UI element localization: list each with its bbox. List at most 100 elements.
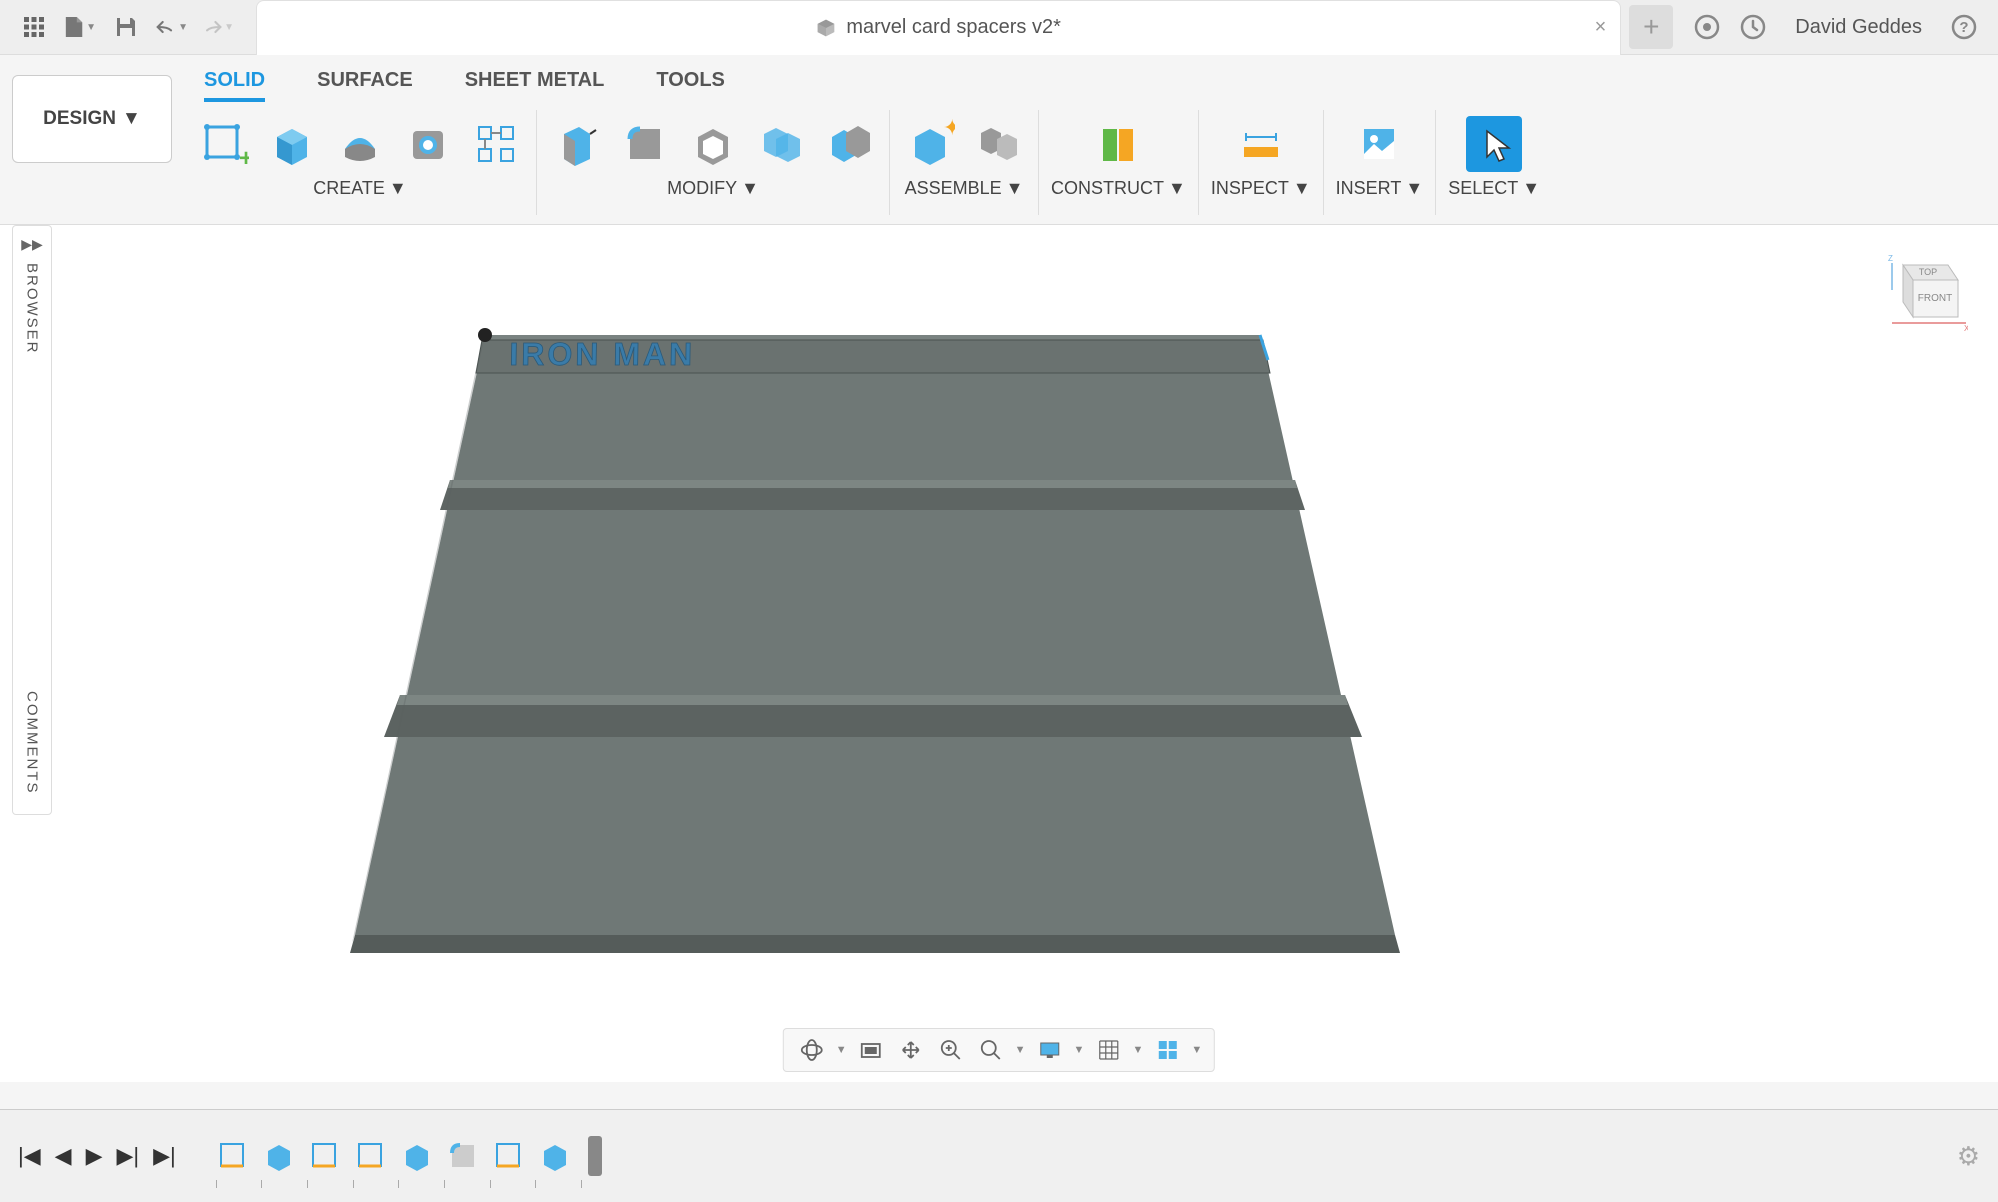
group-inspect: INSPECT ▼ (1199, 110, 1324, 215)
create-box-icon[interactable] (264, 116, 320, 172)
timeline-start-button[interactable]: |◀ (18, 1143, 41, 1169)
job-status-icon[interactable] (1737, 11, 1769, 43)
undo-icon[interactable]: ▼ (156, 11, 188, 43)
tab-surface[interactable]: SURFACE (317, 69, 413, 102)
select-tool-icon[interactable] (1466, 116, 1522, 172)
timeline-playhead[interactable] (588, 1136, 602, 1176)
ribbon-tab-row: SOLID SURFACE SHEET METAL TOOLS (184, 55, 1998, 110)
timeline-item-sketch[interactable] (354, 1139, 388, 1173)
split-body-icon[interactable] (821, 116, 877, 172)
navigation-toolbar: ▼ ▼ ▼ ▼ ▼ (783, 1028, 1215, 1072)
group-assemble: ✦ ASSEMBLE ▼ (890, 110, 1039, 215)
viewcube-top-label: TOP (1919, 267, 1937, 277)
viewport-layout-icon[interactable] (1151, 1034, 1183, 1066)
joint-icon[interactable] (970, 116, 1026, 172)
extensions-icon[interactable] (1691, 11, 1723, 43)
document-title: marvel card spacers v2* (846, 16, 1061, 39)
quick-access-right: David Geddes ? (1673, 11, 1998, 43)
tab-solid[interactable]: SOLID (204, 69, 265, 102)
group-create-label[interactable]: CREATE ▼ (313, 178, 407, 199)
group-assemble-label[interactable]: ASSEMBLE ▼ (905, 178, 1024, 199)
group-modify: MODIFY ▼ (537, 110, 890, 215)
group-select-label[interactable]: SELECT ▼ (1448, 178, 1540, 199)
model-engraved-text: IRON MAN (509, 336, 695, 372)
svg-text:?: ? (1959, 19, 1968, 36)
data-panel-icon[interactable] (18, 11, 50, 43)
insert-decal-icon[interactable] (1351, 116, 1407, 172)
timeline-step-back-button[interactable]: ◀ (55, 1143, 72, 1169)
new-tab-button[interactable]: + (1629, 5, 1673, 49)
timeline-item-extrude[interactable] (400, 1139, 434, 1173)
caret-icon: ▼ (86, 22, 96, 33)
file-icon[interactable]: ▼ (64, 11, 96, 43)
construct-plane-icon[interactable] (1090, 116, 1146, 172)
timeline-step-forward-button[interactable]: ▶| (116, 1143, 139, 1169)
comments-panel-label: COMMENTS (24, 691, 41, 795)
group-construct-label[interactable]: CONSTRUCT ▼ (1051, 178, 1186, 199)
measure-icon[interactable] (1233, 116, 1289, 172)
zoom-window-icon[interactable] (975, 1034, 1007, 1066)
timeline-bar: |◀ ◀ ▶ ▶| ▶| ⚙ (0, 1109, 1998, 1202)
create-cylinder-icon[interactable] (400, 116, 456, 172)
press-pull-icon[interactable] (549, 116, 605, 172)
timeline-play-button[interactable]: ▶ (86, 1143, 103, 1169)
group-create: + CREATE ▼ (184, 110, 537, 215)
document-tab[interactable]: marvel card spacers v2* × (256, 0, 1621, 55)
new-component-icon[interactable]: ✦ (902, 116, 958, 172)
quick-access-left: ▼ ▼ ▼ (0, 11, 252, 43)
display-settings-icon[interactable] (1034, 1034, 1066, 1066)
close-tab-icon[interactable]: × (1595, 16, 1607, 39)
svg-text:Z: Z (1888, 254, 1893, 263)
viewport-canvas[interactable]: ▶▶ BROWSER COMMENTS TOP FRONT Z X (0, 225, 1998, 1082)
new-sketch-icon[interactable]: + (196, 116, 252, 172)
browser-panel-collapsed[interactable]: ▶▶ BROWSER COMMENTS (12, 225, 52, 815)
browser-panel-label: BROWSER (24, 263, 41, 355)
timeline-item-sketch[interactable] (216, 1139, 250, 1173)
timeline-ticks (216, 1180, 582, 1190)
zoom-icon[interactable] (935, 1034, 967, 1066)
fillet-icon[interactable] (617, 116, 673, 172)
look-at-icon[interactable] (855, 1034, 887, 1066)
group-inspect-label[interactable]: INSPECT ▼ (1211, 178, 1311, 199)
group-insert-label[interactable]: INSERT ▼ (1336, 178, 1424, 199)
save-icon[interactable] (110, 11, 142, 43)
timeline-item-fillet[interactable] (446, 1139, 480, 1173)
model-3d-view[interactable]: IRON MAN (320, 325, 1500, 975)
timeline-playback-controls: |◀ ◀ ▶ ▶| ▶| (18, 1143, 176, 1169)
create-form-icon[interactable] (332, 116, 388, 172)
timeline-item-sketch[interactable] (308, 1139, 342, 1173)
tab-tools[interactable]: TOOLS (656, 69, 725, 102)
pan-icon[interactable] (895, 1034, 927, 1066)
view-cube[interactable]: TOP FRONT Z X (1878, 245, 1968, 335)
caret-icon: ▼ (224, 22, 234, 33)
timeline-settings-icon[interactable]: ⚙ (1957, 1141, 1980, 1172)
viewcube-front-label: FRONT (1918, 293, 1952, 304)
tab-sheet-metal[interactable]: SHEET METAL (465, 69, 605, 102)
timeline-item-extrude[interactable] (262, 1139, 296, 1173)
cube-icon (816, 18, 836, 38)
group-modify-label[interactable]: MODIFY ▼ (667, 178, 759, 199)
svg-text:✦: ✦ (943, 119, 955, 140)
help-icon[interactable]: ? (1948, 11, 1980, 43)
timeline-end-button[interactable]: ▶| (153, 1143, 176, 1169)
design-label: DESIGN (43, 108, 116, 130)
svg-text:+: + (239, 145, 249, 169)
group-construct: CONSTRUCT ▼ (1039, 110, 1199, 215)
timeline-item-extrude[interactable] (538, 1139, 572, 1173)
timeline-items (216, 1136, 602, 1176)
timeline-item-sketch[interactable] (492, 1139, 526, 1173)
caret-icon: ▼ (122, 108, 141, 130)
group-insert: INSERT ▼ (1324, 110, 1437, 215)
tool-groups: + CREATE ▼ (184, 110, 1998, 224)
caret-icon: ▼ (178, 22, 188, 33)
expand-chevrons-icon[interactable]: ▶▶ (21, 236, 43, 253)
ribbon-toolbar: DESIGN ▼ SOLID SURFACE SHEET METAL TOOLS… (0, 55, 1998, 225)
create-pattern-icon[interactable] (468, 116, 524, 172)
orbit-icon[interactable] (796, 1034, 828, 1066)
combine-icon[interactable] (753, 116, 809, 172)
workspace-switcher-button[interactable]: DESIGN ▼ (12, 75, 172, 163)
grid-settings-icon[interactable] (1092, 1034, 1124, 1066)
shell-icon[interactable] (685, 116, 741, 172)
redo-icon[interactable]: ▼ (202, 11, 234, 43)
user-name-label[interactable]: David Geddes (1795, 16, 1922, 39)
